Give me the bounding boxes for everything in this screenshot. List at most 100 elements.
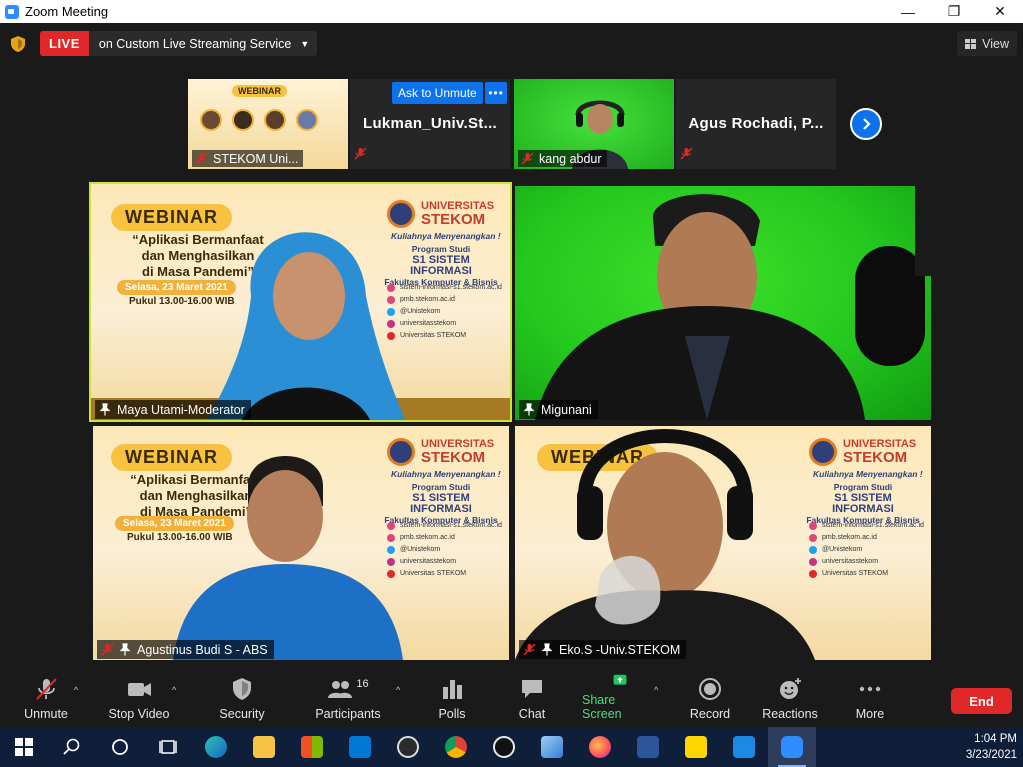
participants-button[interactable]: 16 Participants: [310, 673, 386, 727]
windows-logo-icon: [15, 738, 33, 756]
share-screen-button[interactable]: Share Screen: [582, 673, 658, 727]
participant-name-tag: Agustinus Budi S - ABS: [97, 640, 274, 659]
ask-to-unmute-button[interactable]: Ask to Unmute: [392, 82, 483, 104]
participants-icon-group: 16: [325, 677, 371, 701]
participant-name-tag: Migunani: [519, 400, 598, 419]
taskbar-task-view[interactable]: [144, 727, 192, 767]
participant-video-migunani: [535, 186, 931, 420]
clock-date: 3/23/2021: [965, 749, 1017, 761]
taskbar-sticky-notes[interactable]: [672, 727, 720, 767]
window-title: Zoom Meeting: [25, 4, 109, 19]
chrome-icon: [445, 736, 467, 758]
maximize-button[interactable]: ❐: [931, 0, 977, 23]
taskbar-media-player[interactable]: [720, 727, 768, 767]
social-links: sistem-informasi-s1.stekom.ac.id pmb.ste…: [387, 520, 502, 580]
more-dots-icon: [859, 686, 881, 692]
next-page-button[interactable]: [850, 108, 882, 140]
video-tile-migunani[interactable]: Migunani: [515, 186, 931, 420]
taskbar-chrome[interactable]: [432, 727, 480, 767]
participant-name: Maya Utami-Moderator: [117, 402, 245, 417]
pin-icon: [119, 643, 131, 656]
meeting-top-bar: LIVE on Custom Live Streaming Service ▼ …: [0, 23, 1023, 65]
mic-muted-indicator: [354, 147, 372, 165]
grid-view-icon: [965, 38, 977, 49]
taskbar-zoom[interactable]: [768, 727, 816, 767]
more-button[interactable]: More: [848, 673, 892, 727]
meeting-toolbar: Unmute ^ Stop Video ^ Security 16 Partic…: [0, 673, 1023, 727]
speaker-photos: [200, 109, 318, 131]
zoom-icon: [781, 736, 803, 758]
view-label: View: [982, 36, 1009, 51]
participant-name: Lukman_Univ.St...: [362, 115, 497, 132]
live-badge: LIVE: [40, 31, 89, 56]
record-button[interactable]: Record: [686, 673, 734, 727]
end-meeting-button[interactable]: End: [951, 688, 1012, 714]
mail-icon: [349, 736, 371, 758]
store-icon: [301, 736, 323, 758]
filmstrip-tile-kang-abdur[interactable]: kang abdur: [514, 79, 674, 169]
share-options-caret[interactable]: ^: [654, 685, 658, 695]
mic-muted-icon: [195, 152, 208, 165]
participant-video-agustinus: [173, 456, 403, 660]
taskbar-app-compass[interactable]: [480, 727, 528, 767]
participants-count: 16: [356, 678, 369, 690]
title-bar: Zoom Meeting — ❐ ✕: [0, 0, 1023, 23]
taskbar-store[interactable]: [288, 727, 336, 767]
participants-options-caret[interactable]: ^: [396, 685, 400, 695]
social-links: sistem-informasi-s1.stekom.ac.id pmb.ste…: [809, 520, 924, 580]
reactions-button[interactable]: Reactions: [760, 673, 820, 727]
taskbar-search[interactable]: [48, 727, 96, 767]
shield-icon: [233, 678, 251, 700]
polls-button[interactable]: Polls: [430, 673, 474, 727]
taskbar-edge[interactable]: [192, 727, 240, 767]
university-tagline: Kuliahnya Menyenangkan !: [391, 469, 501, 479]
audio-options-caret[interactable]: ^: [74, 685, 78, 695]
taskbar-file-explorer[interactable]: [240, 727, 288, 767]
taskbar-app-pen[interactable]: [528, 727, 576, 767]
filmstrip-tile-stekom[interactable]: WEBINAR STEKOM Uni...: [188, 79, 348, 169]
stop-video-button[interactable]: Stop Video: [104, 673, 174, 727]
taskbar-firefox[interactable]: [576, 727, 624, 767]
mic-muted-icon: [354, 147, 367, 160]
taskbar-clock[interactable]: 1:04 PM 3/23/2021: [966, 731, 1017, 763]
live-stream-text: on Custom Live Streaming Service: [98, 36, 292, 51]
filmstrip-tile-agus[interactable]: Agus Rochadi, P...: [676, 79, 836, 169]
participant-name-tag: kang abdur: [518, 150, 607, 167]
participant-name: kang abdur: [539, 151, 602, 166]
taskbar-word[interactable]: [624, 727, 672, 767]
pin-icon: [541, 643, 553, 656]
video-options-caret[interactable]: ^: [172, 685, 176, 695]
taskbar-mail[interactable]: [336, 727, 384, 767]
unmute-button[interactable]: Unmute: [18, 673, 74, 727]
security-button[interactable]: Security: [212, 673, 272, 727]
windows-start-button[interactable]: [0, 727, 48, 767]
record-icon: [699, 678, 721, 700]
mic-muted-icon: [523, 643, 536, 656]
caret-down-icon: ▼: [300, 38, 310, 49]
chat-button[interactable]: Chat: [512, 673, 552, 727]
live-stream-indicator[interactable]: LIVE on Custom Live Streaming Service ▼: [40, 31, 318, 56]
video-tile-agustinus[interactable]: WEBINAR “Aplikasi Bermanfaat dan Menghasi…: [93, 426, 509, 660]
share-screen-icon: [613, 674, 627, 685]
participant-video-maya: [207, 232, 406, 420]
chat-icon: [522, 680, 542, 698]
taskbar-obs[interactable]: [384, 727, 432, 767]
participant-name-tag: Eko.S -Univ.STEKOM: [519, 640, 687, 659]
search-icon: [63, 738, 80, 755]
participant-name: Agus Rochadi, P...: [688, 115, 824, 132]
minimize-button[interactable]: —: [885, 0, 931, 23]
participant-name: Eko.S -Univ.STEKOM: [559, 642, 681, 657]
university-title: UNIVERSITAS STEKOM: [421, 438, 495, 466]
taskbar-cortana[interactable]: [96, 727, 144, 767]
video-tile-maya[interactable]: WEBINAR “Aplikasi Bermanfaat dan Menghasi…: [89, 182, 512, 422]
close-button[interactable]: ✕: [977, 0, 1023, 23]
firefox-icon: [589, 736, 611, 758]
view-button[interactable]: View: [957, 31, 1017, 56]
shield-icon[interactable]: [11, 36, 25, 52]
participant-name: STEKOM Uni...: [213, 151, 299, 166]
mic-muted-icon: [101, 643, 114, 656]
poster-banner: WEBINAR: [232, 85, 287, 97]
video-tile-eko[interactable]: WEBINAR UNIVERSITAS STEKOM Kuliahnya Meny…: [515, 426, 931, 660]
more-options-button[interactable]: •••: [485, 82, 507, 104]
live-stream-menu[interactable]: on Custom Live Streaming Service ▼: [88, 31, 318, 56]
